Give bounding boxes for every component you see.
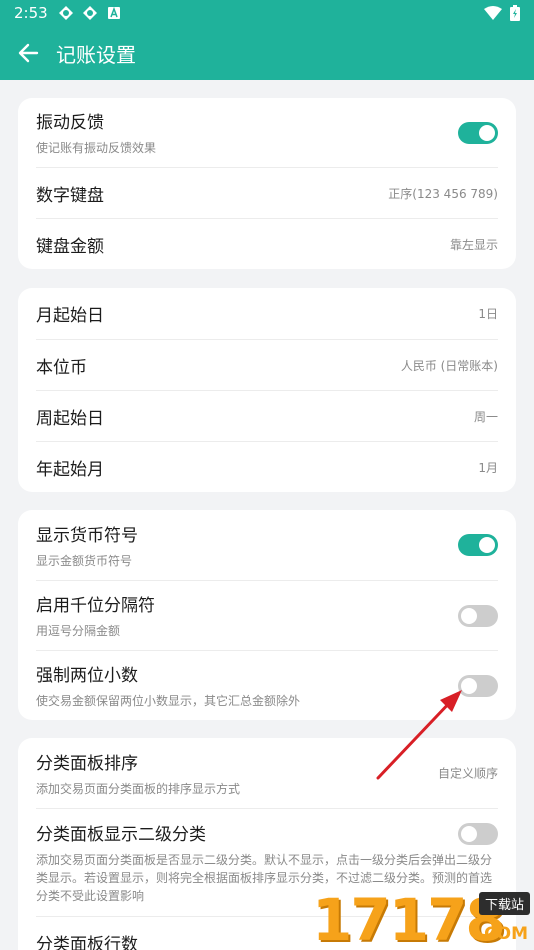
arrow-left-icon bbox=[18, 43, 39, 63]
setting-label: 分类面板排序 bbox=[36, 753, 138, 774]
setting-label: 数字键盘 bbox=[36, 185, 104, 206]
watermark-logo: 17178 下载站 .COM bbox=[312, 884, 534, 950]
setting-description: 使记账有振动反馈效果 bbox=[36, 141, 157, 155]
setting-label: 强制两位小数 bbox=[36, 666, 138, 686]
setting-label: 显示货币符号 bbox=[36, 525, 138, 546]
setting-vibration-feedback[interactable]: 振动反馈 使记账有振动反馈效果 bbox=[36, 98, 498, 167]
font-notification-icon bbox=[107, 6, 120, 19]
app-bar: 记账设置 bbox=[0, 26, 534, 80]
setting-base-currency[interactable]: 本位币 人民币 (日常账本) bbox=[36, 339, 498, 390]
battery-icon bbox=[510, 5, 520, 21]
setting-value: 靠左显示 bbox=[449, 237, 498, 252]
setting-label: 分类面板行数 bbox=[36, 934, 138, 950]
setting-label: 键盘金额 bbox=[36, 236, 104, 257]
thousands-separator-toggle[interactable] bbox=[458, 604, 498, 627]
setting-description: 用逗号分隔金额 bbox=[36, 624, 121, 638]
setting-label: 月起始日 bbox=[36, 306, 104, 326]
page-title: 记账设置 bbox=[56, 42, 136, 67]
status-bar: 2:53 bbox=[0, 0, 534, 26]
watermark-badge: 下载站 bbox=[478, 892, 530, 915]
setting-value: 1月 bbox=[478, 460, 498, 475]
setting-description: 添加交易页面分类面板的排序显示方式 bbox=[36, 781, 241, 796]
back-button[interactable] bbox=[0, 26, 56, 80]
annotation-arrow-icon bbox=[376, 690, 462, 780]
subcategories-toggle[interactable] bbox=[458, 823, 498, 845]
setting-value: 正序(123 456 789) bbox=[388, 186, 498, 201]
setting-number-keypad[interactable]: 数字键盘 正序(123 456 789) bbox=[36, 167, 498, 218]
setting-description: 显示金额货币符号 bbox=[36, 553, 133, 568]
settings-group-dates-currency: 月起始日 1日 本位币 人民币 (日常账本) 周起始日 周一 年起始月 1月 bbox=[18, 288, 516, 492]
setting-value: 周一 bbox=[473, 409, 498, 424]
wifi-icon bbox=[484, 6, 502, 20]
setting-year-start-month[interactable]: 年起始月 1月 bbox=[36, 441, 498, 492]
setting-show-currency-symbol[interactable]: 显示货币符号 显示金额货币符号 bbox=[36, 510, 498, 580]
currency-symbol-toggle[interactable] bbox=[458, 534, 498, 556]
watermark-number: 17178 bbox=[312, 886, 506, 950]
setting-keyboard-amount[interactable]: 键盘金额 靠左显示 bbox=[36, 218, 498, 269]
setting-label: 分类面板显示二级分类 bbox=[36, 825, 206, 845]
setting-label: 振动反馈 bbox=[36, 113, 104, 133]
setting-thousands-separator[interactable]: 启用千位分隔符 用逗号分隔金额 bbox=[36, 580, 498, 650]
setting-description: 使交易金额保留两位小数显示，其它汇总金额除外 bbox=[36, 694, 301, 708]
app-notification-icon bbox=[82, 6, 97, 20]
setting-label: 本位币 bbox=[36, 357, 87, 378]
setting-month-start-day[interactable]: 月起始日 1日 bbox=[36, 288, 498, 339]
setting-week-start-day[interactable]: 周起始日 周一 bbox=[36, 390, 498, 441]
app-notification-icon bbox=[58, 6, 73, 20]
setting-label: 周起始日 bbox=[36, 408, 104, 429]
settings-group-feedback-keyboard: 振动反馈 使记账有振动反馈效果 数字键盘 正序(123 456 789) 键盘金… bbox=[18, 98, 516, 269]
setting-label: 启用千位分隔符 bbox=[36, 596, 155, 616]
vibration-feedback-toggle[interactable] bbox=[458, 121, 498, 144]
setting-label: 年起始月 bbox=[36, 459, 104, 480]
setting-value: 1日 bbox=[478, 307, 498, 321]
watermark-suffix: .COM bbox=[477, 924, 528, 944]
status-time: 2:53 bbox=[14, 4, 48, 22]
setting-value: 人民币 (日常账本) bbox=[400, 358, 498, 373]
